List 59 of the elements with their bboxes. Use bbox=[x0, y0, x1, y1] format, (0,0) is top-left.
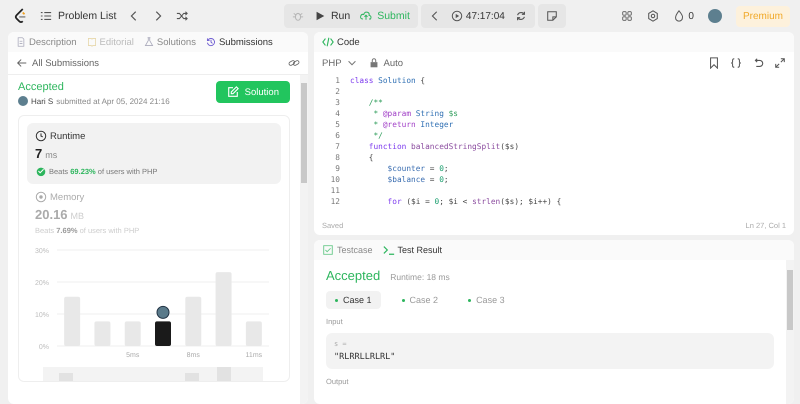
link-icon[interactable] bbox=[288, 57, 300, 69]
cloud-upload-icon bbox=[360, 10, 372, 22]
book-icon bbox=[86, 37, 97, 47]
braces-icon[interactable] bbox=[730, 57, 742, 69]
runtime-value: 7 bbox=[35, 146, 42, 161]
panel-tab[interactable]: Submissions bbox=[206, 36, 273, 48]
all-submissions-link[interactable]: All Submissions bbox=[16, 57, 100, 69]
code-icon bbox=[322, 36, 334, 48]
scrollbar[interactable] bbox=[300, 75, 308, 404]
beats-icon bbox=[35, 165, 47, 177]
panel-tab[interactable]: Description bbox=[16, 36, 77, 48]
language-dropdown[interactable]: PHP bbox=[322, 57, 358, 69]
checkbox-icon bbox=[322, 244, 334, 256]
list-icon bbox=[40, 10, 52, 22]
lock-icon bbox=[368, 57, 380, 69]
chip-icon bbox=[35, 191, 47, 203]
auto-mode-button[interactable]: Auto bbox=[368, 57, 404, 69]
variable-value: "RLRRLLRLRL" bbox=[334, 352, 396, 362]
undo-icon[interactable] bbox=[752, 57, 764, 69]
submission-time: submitted at Apr 05, 2024 21:16 bbox=[56, 96, 170, 106]
play-circle-icon bbox=[450, 10, 463, 22]
note-icon[interactable] bbox=[546, 10, 558, 22]
bookmark-icon[interactable] bbox=[708, 57, 720, 69]
scrollbar[interactable] bbox=[786, 260, 794, 404]
user-avatar-icon bbox=[156, 306, 170, 319]
document-icon bbox=[16, 37, 26, 47]
run-button[interactable]: Run bbox=[314, 10, 350, 22]
flask-icon bbox=[144, 37, 154, 47]
problem-list-button[interactable]: Problem List bbox=[40, 10, 116, 22]
user-avatar-icon bbox=[18, 96, 28, 106]
code-panel-title[interactable]: Code bbox=[322, 36, 360, 48]
runtime-title: Runtime bbox=[50, 130, 86, 142]
logo-icon[interactable] bbox=[14, 8, 28, 24]
history-icon bbox=[206, 37, 216, 47]
settings-icon[interactable] bbox=[647, 10, 660, 22]
reset-icon[interactable] bbox=[514, 10, 527, 22]
memory-value: 20.16 bbox=[35, 207, 68, 222]
result-status: Accepted bbox=[326, 268, 380, 283]
layout-icon[interactable] bbox=[621, 10, 634, 22]
terminal-icon bbox=[382, 244, 395, 256]
result-runtime: Runtime: 18 ms bbox=[390, 272, 450, 282]
submission-status: Accepted bbox=[18, 81, 65, 93]
drop-icon bbox=[673, 10, 686, 22]
memory-title: Memory bbox=[50, 192, 84, 202]
case-tab[interactable]: Case 1 bbox=[326, 291, 381, 309]
shuffle-icon[interactable] bbox=[176, 10, 188, 22]
play-icon bbox=[314, 10, 326, 22]
streak-counter[interactable]: 0 bbox=[673, 10, 694, 22]
edit-icon bbox=[226, 86, 239, 98]
result-tab[interactable]: Testcase bbox=[322, 244, 373, 256]
chart-bar[interactable] bbox=[155, 321, 171, 346]
runtime-unit: ms bbox=[45, 150, 58, 160]
result-tab[interactable]: Test Result bbox=[382, 244, 442, 256]
expand-icon[interactable] bbox=[774, 57, 786, 69]
user-name[interactable]: Hari S bbox=[31, 96, 54, 106]
back-arrow-icon bbox=[16, 57, 28, 69]
clock-icon bbox=[35, 130, 47, 142]
panel-tab[interactable]: Solutions bbox=[144, 36, 196, 48]
avatar-icon[interactable] bbox=[708, 9, 722, 23]
